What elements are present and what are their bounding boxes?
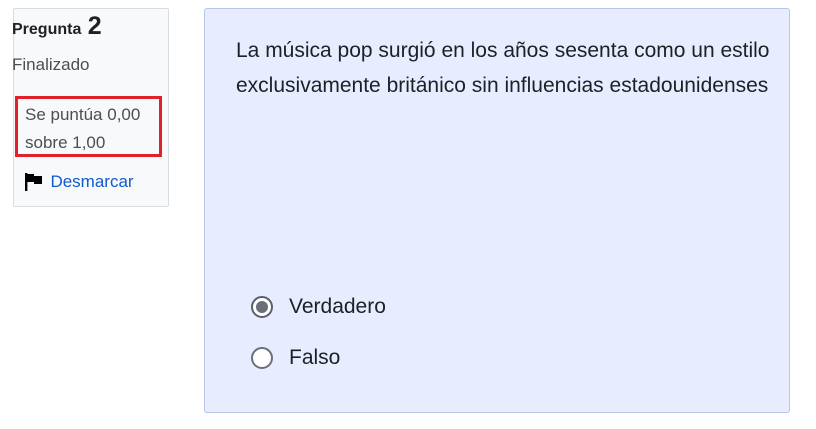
unflag-label[interactable]: Desmarcar (50, 172, 133, 191)
quiz-review-page: Pregunta 2 Finalizado Se puntúa 0,00 sob… (0, 0, 816, 429)
option-falso[interactable]: Falso (251, 344, 340, 372)
question-text: La música pop surgió en los años sesenta… (236, 39, 770, 97)
option-label-verdadero: Verdadero (289, 295, 386, 318)
option-label-falso: Falso (289, 346, 341, 369)
unflag-question-link[interactable]: Desmarcar (24, 172, 134, 192)
question-grade: Se puntúa 0,00 sobre 1,00 (25, 105, 141, 152)
question-number: 2 (87, 12, 102, 40)
option-verdadero[interactable]: Verdadero (251, 293, 386, 321)
question-label: Pregunta (12, 21, 82, 38)
question-state: Finalizado (12, 55, 90, 74)
flag-icon (24, 172, 44, 192)
radio-falso[interactable] (251, 347, 273, 369)
radio-verdadero[interactable] (251, 296, 273, 318)
question-number-heading: Pregunta 2 (12, 12, 102, 41)
